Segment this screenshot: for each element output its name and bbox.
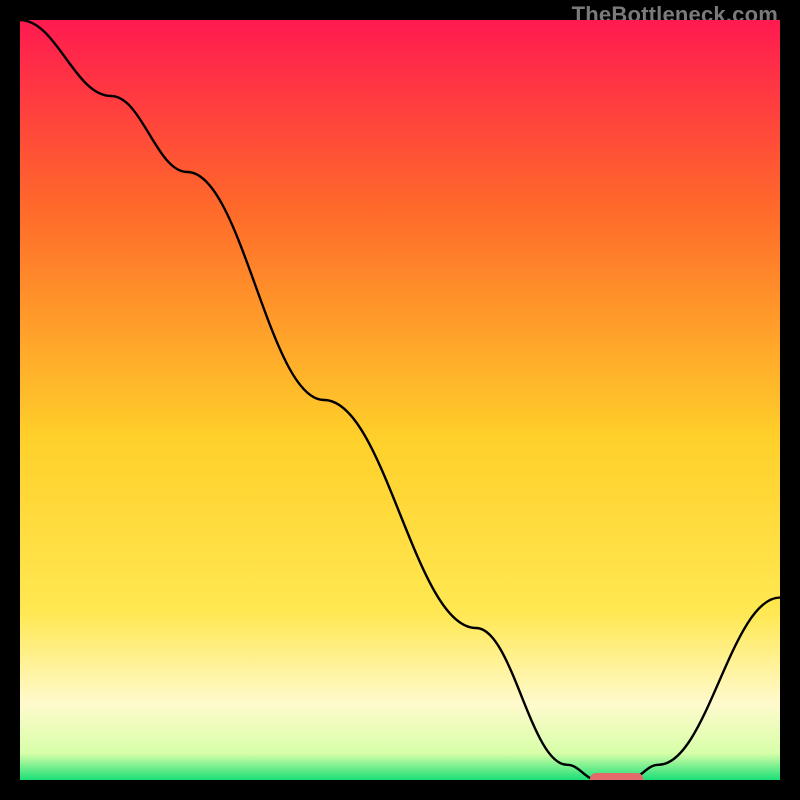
optimal-range-marker xyxy=(590,773,643,780)
bottleneck-chart xyxy=(20,20,780,780)
chart-background xyxy=(20,20,780,780)
chart-frame xyxy=(20,20,780,780)
